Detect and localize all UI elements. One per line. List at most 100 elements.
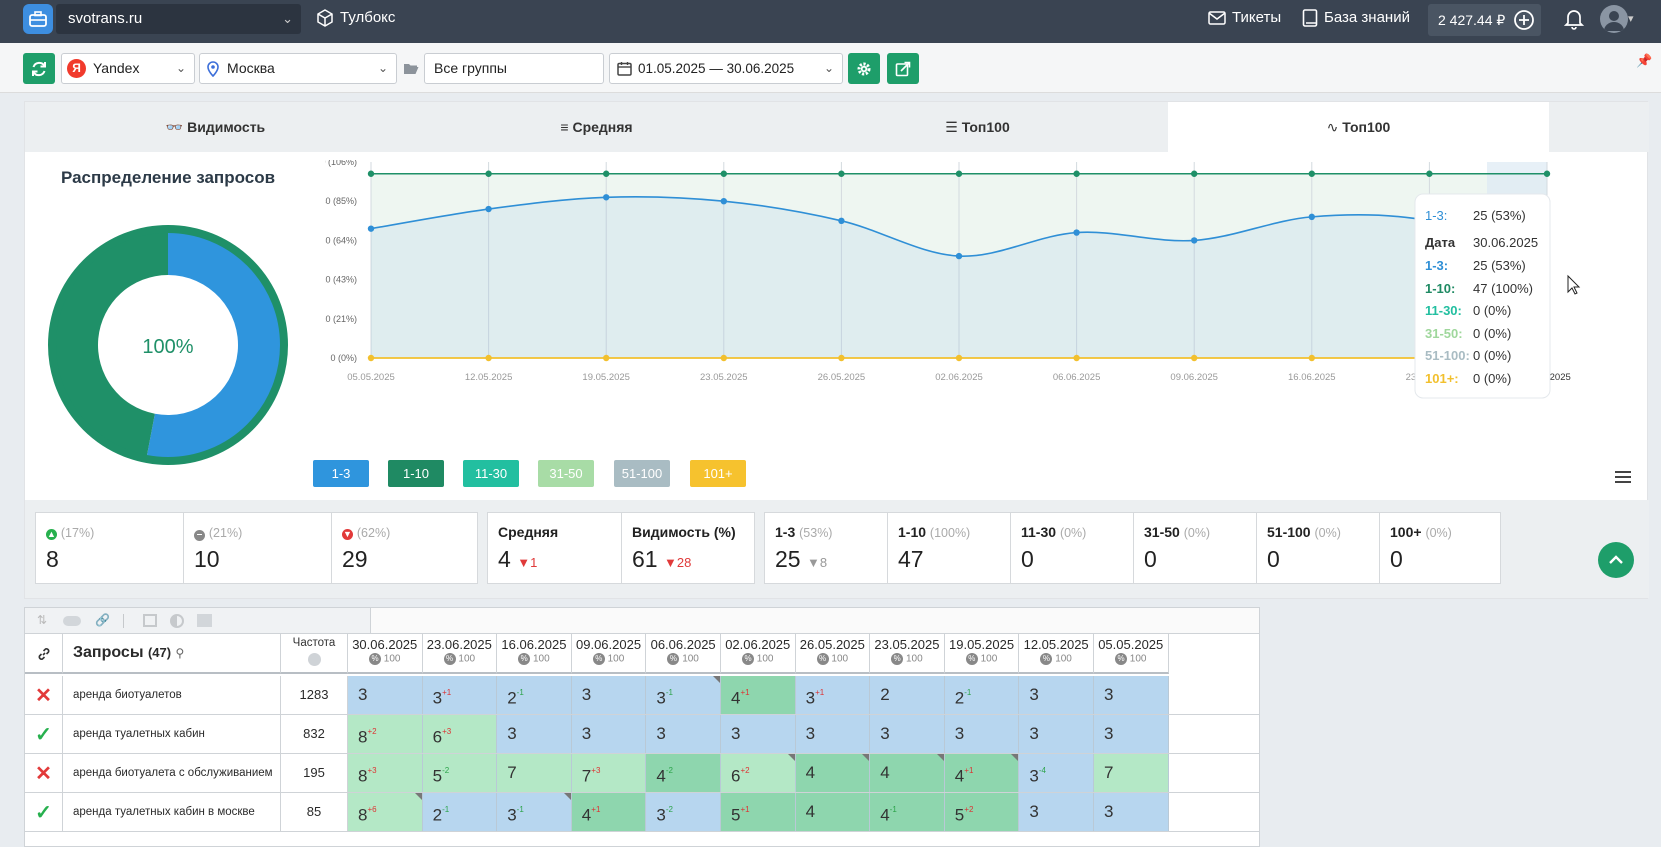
position-cell[interactable]: 3 <box>1019 715 1094 753</box>
export-button[interactable] <box>887 53 919 84</box>
position-cell[interactable]: 3 <box>870 715 945 753</box>
data-point-1-3[interactable] <box>1191 237 1198 244</box>
position-cell[interactable]: 8+6 <box>348 793 423 831</box>
position-cell[interactable]: 3 <box>571 715 647 753</box>
query-text[interactable]: аренда биотуалета с обслуживанием <box>63 754 281 792</box>
position-cell[interactable]: 2-1 <box>497 676 572 714</box>
queries-column-header[interactable]: Запросы (47) ⚲ <box>63 634 281 674</box>
position-cell[interactable]: 2-1 <box>422 793 498 831</box>
date-column-header[interactable]: 19.05.2025% 100 <box>944 634 1020 674</box>
date-range-select[interactable]: 01.05.2025 — 30.06.2025 ⌄ <box>609 53 843 84</box>
position-cell[interactable]: 3-1 <box>646 676 721 714</box>
position-cell[interactable]: 5+2 <box>944 793 1020 831</box>
query-text[interactable]: аренда туалетных кабин <box>63 715 281 753</box>
menu-icon[interactable] <box>1615 470 1631 484</box>
position-cell[interactable]: 3-1 <box>497 793 572 831</box>
avatar[interactable] <box>1600 5 1628 33</box>
position-cell[interactable]: 6+3 <box>422 715 498 753</box>
refresh-button[interactable] <box>23 53 55 84</box>
data-point-1-10[interactable] <box>1073 170 1080 177</box>
date-column-header[interactable]: 09.06.2025% 100 <box>571 634 647 674</box>
toggle-icon[interactable] <box>63 616 81 626</box>
position-cell[interactable]: 3 <box>1094 676 1169 714</box>
data-point-1-3[interactable] <box>1308 213 1315 221</box>
region-select[interactable]: Москва ⌄ <box>199 53 397 84</box>
legend-toggle-101+[interactable]: 101+ <box>690 460 746 487</box>
date-column-header[interactable]: 12.05.2025% 100 <box>1019 634 1094 674</box>
position-cell[interactable]: 3 <box>1094 793 1169 831</box>
position-cell[interactable]: 4 <box>795 754 871 792</box>
position-cell[interactable]: 8+2 <box>348 715 423 753</box>
toolbox-link[interactable]: Тулбокс <box>316 6 395 30</box>
position-cell[interactable]: 2-1 <box>944 676 1020 714</box>
data-point-1-10[interactable] <box>485 170 492 177</box>
search-engine-select[interactable]: Я Yandex ⌄ <box>61 53 195 84</box>
date-column-header[interactable]: 23.06.2025% 100 <box>422 634 498 674</box>
data-point-1-3[interactable] <box>1073 229 1080 236</box>
position-cell[interactable]: 3 <box>571 676 647 714</box>
check-icon[interactable]: ✓ <box>25 715 63 753</box>
position-cell[interactable]: 7 <box>497 754 572 792</box>
data-point-1-10[interactable] <box>955 170 963 177</box>
position-cell[interactable]: 3 <box>944 715 1020 753</box>
position-cell[interactable]: 4 <box>870 754 945 792</box>
data-point-1-3[interactable] <box>955 252 963 260</box>
data-point-1-3[interactable] <box>603 194 610 201</box>
position-cell[interactable]: 4+1 <box>721 676 796 714</box>
data-point-1-10[interactable] <box>1426 170 1433 177</box>
table-row[interactable]: ✕ аренда биотуалетов 1283 3 3+1 2-1 3 3-1 4+1 3+1… <box>25 676 1259 715</box>
collapse-button[interactable] <box>1598 542 1634 578</box>
knowledge-base-link[interactable]: База знаний <box>1302 6 1410 30</box>
sort-icon[interactable]: ⇅ <box>37 613 47 627</box>
data-point-1-10[interactable] <box>1308 170 1315 177</box>
tab-top100-layers[interactable]: ☰ Топ100 <box>787 102 1168 152</box>
data-point-1-10[interactable] <box>1191 170 1198 177</box>
position-cell[interactable]: 4-1 <box>870 793 945 831</box>
bell-icon[interactable] <box>1564 8 1584 30</box>
date-column-header[interactable]: 23.05.2025% 100 <box>870 634 945 674</box>
position-cell[interactable]: 3 <box>1019 793 1094 831</box>
legend-toggle-1-3[interactable]: 1-3 <box>313 460 369 487</box>
link-icon[interactable] <box>36 646 52 662</box>
table-icon[interactable] <box>143 614 157 627</box>
balance[interactable]: 2 427.44 ₽ <box>1428 4 1541 36</box>
position-cell[interactable]: 3 <box>1094 715 1169 753</box>
data-point-1-10[interactable] <box>1543 170 1551 177</box>
position-cell[interactable]: 6+2 <box>721 754 796 792</box>
pin-icon[interactable]: 📌 <box>1636 53 1652 69</box>
position-cell[interactable]: 4-2 <box>646 754 721 792</box>
position-cell[interactable]: 3 <box>795 715 871 753</box>
date-column-header[interactable]: 30.06.2025% 100 <box>348 634 423 674</box>
position-cell[interactable]: 8+3 <box>348 754 423 792</box>
position-cell[interactable]: 5+1 <box>721 793 796 831</box>
position-cell[interactable]: 4 <box>795 793 871 831</box>
table-row[interactable]: ✓ аренда туалетных кабин в москве 85 8+6 2-1… <box>25 793 1259 832</box>
date-column-header[interactable]: 16.06.2025% 100 <box>497 634 572 674</box>
query-text[interactable]: аренда туалетных кабин в москве <box>63 793 281 831</box>
position-cell[interactable]: 3 <box>646 715 721 753</box>
tab-average[interactable]: ≡ Средняя <box>406 102 787 152</box>
position-cell[interactable]: 4+1 <box>944 754 1020 792</box>
date-column-header[interactable]: 26.05.2025% 100 <box>795 634 871 674</box>
chevron-down-icon[interactable]: ▾ <box>1628 12 1634 25</box>
position-cell[interactable]: 3 <box>497 715 572 753</box>
position-cell[interactable]: 7 <box>1094 754 1169 792</box>
groups-select[interactable]: Все группы <box>424 53 604 84</box>
check-icon[interactable]: ✓ <box>25 793 63 831</box>
legend-toggle-51-100[interactable]: 51-100 <box>614 460 670 487</box>
date-column-header[interactable]: 06.06.2025% 100 <box>646 634 721 674</box>
position-cell[interactable]: 3-2 <box>646 793 721 831</box>
legend-toggle-1-10[interactable]: 1-10 <box>388 460 444 487</box>
cross-icon[interactable]: ✕ <box>25 754 63 792</box>
image-icon[interactable] <box>197 614 212 627</box>
search-icon[interactable]: ⚲ <box>176 646 185 660</box>
site-selector[interactable]: svotrans.ru ⌄ <box>56 4 301 34</box>
data-point-1-10[interactable] <box>603 170 610 177</box>
table-row[interactable]: ✕ аренда биотуалета с обслуживанием 195 8+3… <box>25 754 1259 793</box>
data-point-1-10[interactable] <box>367 170 375 177</box>
legend-toggle-31-50[interactable]: 31-50 <box>538 460 594 487</box>
data-point-1-10[interactable] <box>720 170 727 177</box>
position-cell[interactable]: 2 <box>870 676 945 714</box>
data-point-1-3[interactable] <box>838 217 845 224</box>
date-column-header[interactable]: 02.06.2025% 100 <box>721 634 796 674</box>
